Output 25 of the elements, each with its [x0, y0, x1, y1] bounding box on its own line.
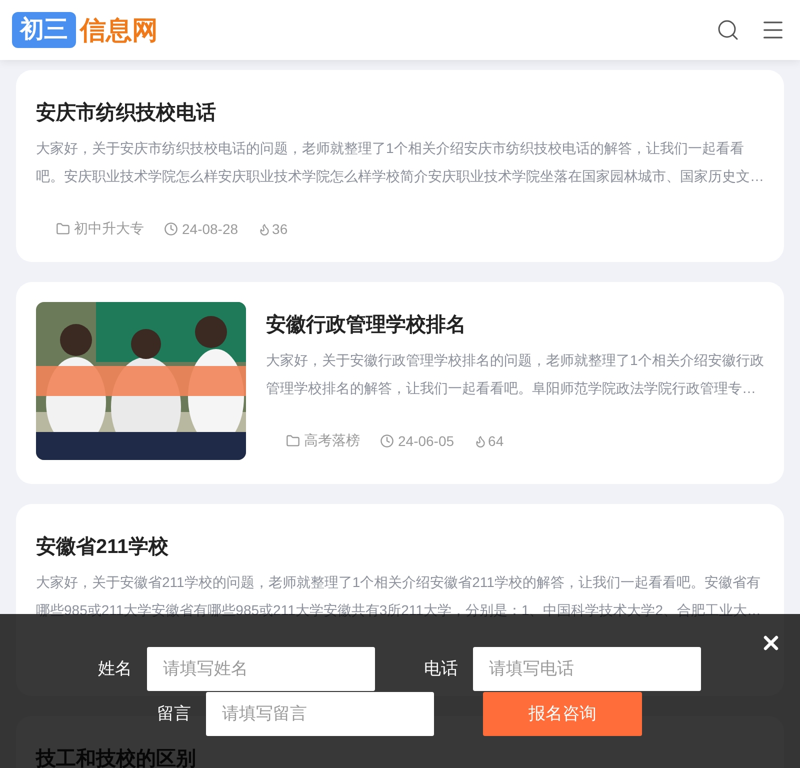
search-icon[interactable]: [716, 18, 740, 42]
article-excerpt: 大家好，关于安徽行政管理学校排名的问题，老师就整理了1个相关介绍安徽行政管理学校排名的解答，让我们一起看看吧。阜阳师范学院政法学院行政管理专…: [266, 351, 764, 398]
field-label: 电话: [424, 658, 456, 680]
flame-icon: [258, 222, 272, 236]
flame-icon: [474, 434, 488, 448]
article-title[interactable]: 安庆市纺织技校电话: [36, 98, 216, 128]
folder-icon: [286, 434, 300, 448]
folder-icon: [56, 222, 70, 236]
clock-icon: [380, 434, 394, 448]
article-card[interactable]: 安徽行政管理学校排名 大家好，关于安徽行政管理学校排名的问题，老师就整理了1个相关介绍安徽行政管理学校排名的解答，让我们一起看看吧。阜阳师范学院政法学院行政管理专… 高考落榜 24-06-05 64: [16, 282, 784, 484]
date-label: 24-06-05: [398, 433, 454, 449]
view-count: 36: [272, 221, 288, 237]
date-label: 24-08-28: [182, 221, 238, 237]
input-field[interactable]: 请填写留言: [206, 692, 434, 736]
input-field[interactable]: 请填写姓名: [147, 646, 375, 690]
input-field[interactable]: 请填写电话: [473, 646, 701, 690]
field-label: 姓名: [98, 658, 130, 680]
field-label: 留言: [157, 703, 189, 725]
article-card[interactable]: 安庆市纺织技校电话 大家好，关于安庆市纺织技校电话的问题，老师就整理了1个相关介绍安庆市纺织技校电话的解答，让我们一起看看吧。安庆职业技术学院怎么样安庆职业技术学院怎么样学校简介安庆职业技术学院坐落在国家园林城市、国家历史文… 初中升大专 24-08-28 36: [16, 70, 784, 262]
article-excerpt: 大家好，关于安庆市纺织技校电话的问题，老师就整理了1个相关介绍安庆市纺织技校电话的解答，让我们一起看看吧。安庆职业技术学院怎么样安庆职业技术学院怎么样学校简介安庆职业技术学院坐落在国家园林城市、国家历史文…: [36, 139, 764, 186]
article-excerpt: 大家好，关于安徽省211学校的问题，老师就整理了1个相关介绍安徽省211学校的解答，让我们一起看看吧。安徽省有哪些985或211大学安徽省有哪些985或211大学安徽共有3所211大学，分别是：1、中国科学技术大学2、合肥工业大…: [36, 573, 762, 620]
clock-icon: [164, 222, 178, 236]
article-title[interactable]: 安徽行政管理学校排名: [266, 310, 466, 340]
article-title[interactable]: 安徽省211学校: [36, 532, 168, 562]
view-count: 64: [488, 433, 504, 449]
